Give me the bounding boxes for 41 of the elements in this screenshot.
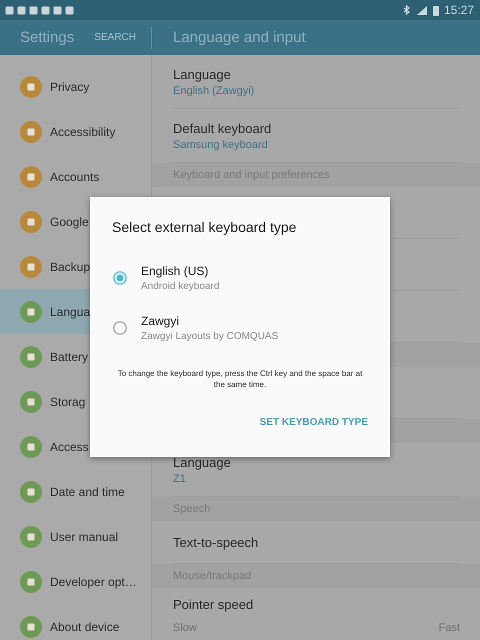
sidebar-item[interactable]: Date and time: [0, 469, 151, 514]
category-icon: [20, 166, 42, 188]
sidebar-item[interactable]: Privacy: [0, 64, 151, 109]
option-description: Android keyboard: [141, 281, 220, 292]
bluetooth-icon: [402, 5, 411, 15]
setting-title: Pointer speed: [173, 597, 254, 612]
category-icon: [20, 480, 42, 502]
category-icon: [20, 570, 42, 592]
app-title: Settings: [20, 29, 74, 46]
sidebar-item[interactable]: Developer opt…: [0, 559, 151, 604]
setting-row[interactable]: Pointer speed Slow Fast: [173, 588, 460, 640]
sidebar-item[interactable]: Accounts: [0, 154, 151, 199]
category-icon: [20, 526, 42, 548]
dialog-title: Select external keyboard type: [112, 219, 298, 235]
category-icon: [20, 616, 42, 638]
category-icon: [20, 210, 42, 232]
setting-value: Samsung keyboard: [173, 138, 269, 150]
category-icon: [20, 436, 42, 458]
category-icon: [20, 390, 42, 412]
slider-min-label: Slow: [173, 622, 197, 634]
category-icon: [20, 76, 42, 98]
setting-value: English (Zawgyi): [173, 84, 256, 96]
page-title: Language and input: [173, 29, 306, 46]
sidebar-item[interactable]: User manual: [0, 514, 151, 559]
slider-max-label: Fast: [438, 622, 460, 634]
status-time: 15:27: [444, 3, 474, 17]
setting-row[interactable]: Language English (Zawgyi): [173, 55, 460, 109]
option-label: English (US): [141, 264, 210, 278]
category-icon: [20, 256, 42, 278]
radio-selected-icon[interactable]: [113, 271, 127, 285]
category-icon: [20, 300, 42, 322]
signal-icon: [416, 5, 428, 15]
sidebar-item[interactable]: Accessibility: [0, 109, 151, 154]
category-icon: [20, 346, 42, 368]
setting-value: Z1: [173, 472, 187, 484]
radio-icon[interactable]: [113, 321, 127, 335]
category-icon: [20, 120, 42, 142]
option-description: Zawgyi Layouts by COMQUAS: [141, 331, 278, 342]
battery-icon: [432, 4, 439, 16]
sidebar-item[interactable]: Access: [0, 424, 151, 469]
sidebar-item[interactable]: About device: [0, 604, 151, 640]
